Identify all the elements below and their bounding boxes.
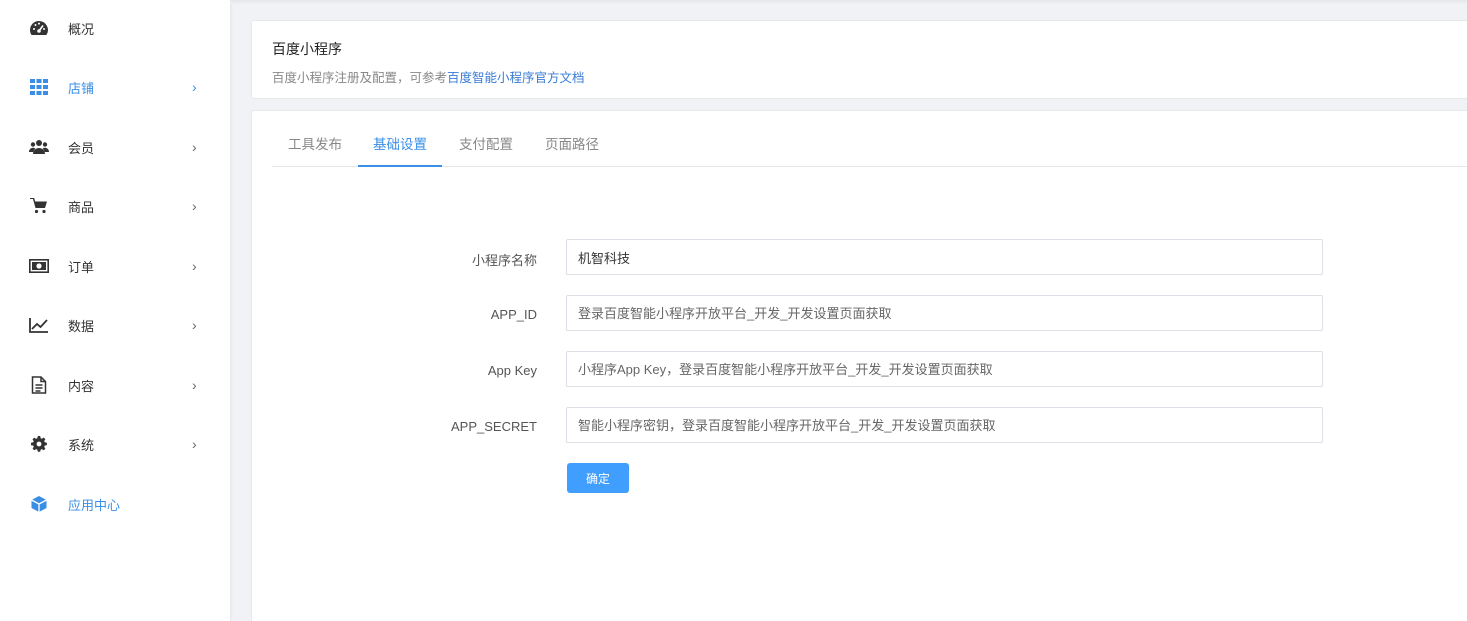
sidebar-item-store[interactable]: 店铺 › bbox=[0, 67, 230, 107]
top-shadow bbox=[230, 0, 1467, 4]
tab-payment-config[interactable]: 支付配置 bbox=[444, 127, 528, 167]
tab-page-path[interactable]: 页面路径 bbox=[530, 127, 614, 167]
dashboard-icon bbox=[29, 18, 49, 38]
sidebar: 概况 店铺 › 会员 › 商品 › 订单 › 数据 › 内容 › 系统 › 应用… bbox=[0, 0, 230, 621]
header-card: 百度小程序 百度小程序注册及配置，可参考百度智能小程序官方文档 bbox=[251, 20, 1467, 99]
chevron-right-icon: › bbox=[192, 258, 197, 274]
document-icon bbox=[29, 375, 49, 395]
app-secret-input[interactable] bbox=[566, 407, 1323, 443]
chevron-right-icon: › bbox=[192, 79, 197, 95]
grid-icon bbox=[29, 77, 49, 97]
app-id-label: APP_ID bbox=[490, 307, 537, 322]
app-key-label: App Key bbox=[487, 363, 537, 378]
tab-tool-release[interactable]: 工具发布 bbox=[272, 127, 358, 167]
app-id-input[interactable] bbox=[566, 295, 1323, 331]
sidebar-item-orders[interactable]: 订单 › bbox=[0, 246, 230, 286]
sidebar-item-label: 内容 bbox=[68, 378, 95, 394]
app-key-input[interactable] bbox=[566, 351, 1323, 387]
sidebar-item-label: 数据 bbox=[68, 318, 95, 334]
cart-icon bbox=[29, 196, 49, 216]
chevron-right-icon: › bbox=[192, 198, 197, 214]
docs-link[interactable]: 百度智能小程序官方文档 bbox=[447, 71, 585, 85]
users-icon bbox=[29, 137, 49, 157]
sidebar-item-members[interactable]: 会员 › bbox=[0, 127, 230, 167]
line-chart-icon bbox=[29, 315, 49, 335]
app-name-input[interactable] bbox=[566, 239, 1323, 275]
app-root: 概况 店铺 › 会员 › 商品 › 订单 › 数据 › 内容 › 系统 › 应用… bbox=[0, 0, 1467, 621]
cube-icon bbox=[29, 494, 49, 514]
sidebar-item-label: 订单 bbox=[68, 259, 95, 275]
sidebar-item-overview[interactable]: 概况 bbox=[0, 8, 230, 48]
tab-basic-settings[interactable]: 基础设置 bbox=[358, 127, 442, 167]
sidebar-item-system[interactable]: 系统 › bbox=[0, 424, 230, 464]
sidebar-item-content[interactable]: 内容 › bbox=[0, 365, 230, 405]
money-icon bbox=[29, 256, 49, 276]
chevron-right-icon: › bbox=[192, 139, 197, 155]
sidebar-item-data[interactable]: 数据 › bbox=[0, 305, 230, 345]
app-name-label: 小程序名称 bbox=[471, 253, 537, 268]
sidebar-item-label: 店铺 bbox=[68, 80, 95, 96]
app-secret-label: APP_SECRET bbox=[451, 419, 537, 434]
chevron-right-icon: › bbox=[192, 377, 197, 393]
page-title: 百度小程序 bbox=[272, 41, 342, 57]
tab-bar: 工具发布 基础设置 支付配置 页面路径 bbox=[272, 127, 1467, 167]
gear-icon bbox=[29, 434, 49, 454]
chevron-right-icon: › bbox=[192, 317, 197, 333]
page-description: 百度小程序注册及配置，可参考百度智能小程序官方文档 bbox=[272, 67, 585, 86]
sidebar-item-label: 商品 bbox=[68, 199, 95, 215]
sidebar-item-label: 会员 bbox=[68, 140, 95, 156]
sidebar-item-label: 概况 bbox=[68, 21, 95, 37]
confirm-button[interactable]: 确定 bbox=[567, 463, 629, 493]
content-card: 工具发布 基础设置 支付配置 页面路径 小程序名称 APP_ID App Key… bbox=[251, 110, 1467, 621]
sidebar-item-label: 系统 bbox=[68, 437, 95, 453]
main-area: 百度小程序 百度小程序注册及配置，可参考百度智能小程序官方文档 工具发布 基础设… bbox=[230, 0, 1467, 621]
sidebar-item-app-center[interactable]: 应用中心 bbox=[0, 484, 230, 524]
sidebar-item-products[interactable]: 商品 › bbox=[0, 186, 230, 226]
chevron-right-icon: › bbox=[192, 436, 197, 452]
description-text: 百度小程序注册及配置，可参考 bbox=[272, 71, 448, 85]
sidebar-item-label: 应用中心 bbox=[68, 497, 121, 513]
